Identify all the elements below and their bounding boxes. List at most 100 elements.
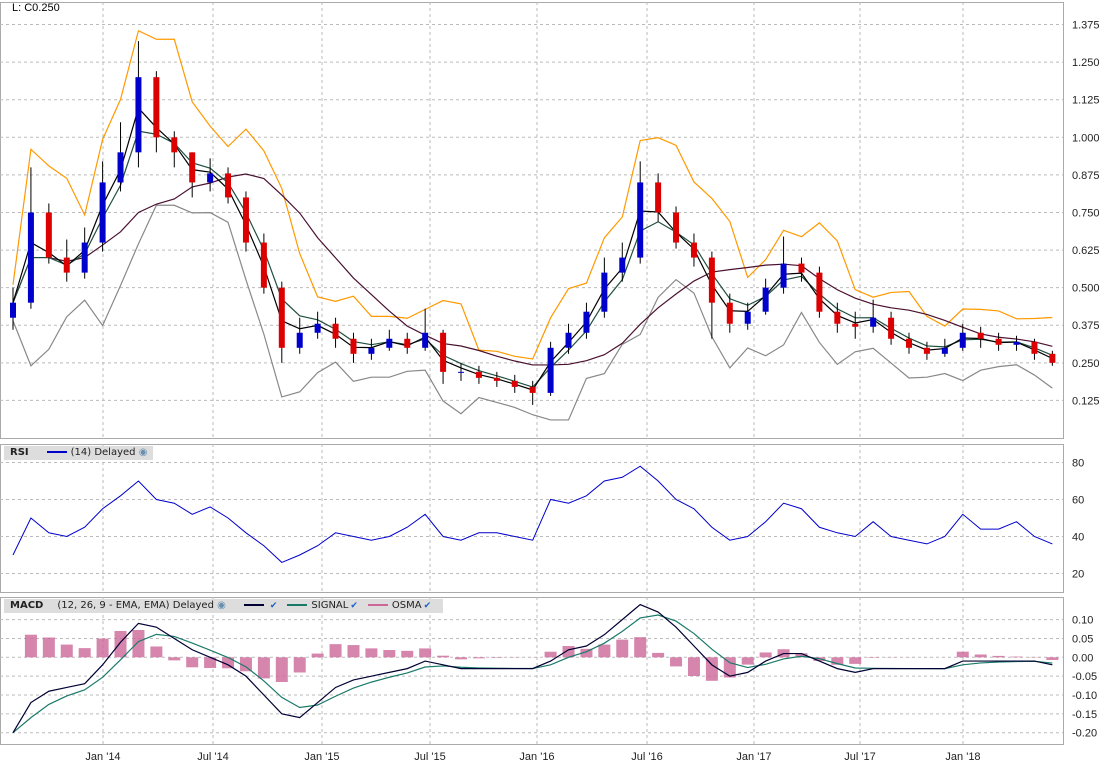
osma-bar	[455, 657, 467, 660]
candle-body	[923, 347, 930, 354]
candle-body	[493, 377, 500, 381]
y-tick-label: 1.375	[1072, 20, 1100, 32]
y-tick-label: 0.625	[1072, 245, 1100, 257]
osma-bar	[634, 637, 647, 658]
rsi-title: RSI	[10, 447, 29, 458]
last-price-label: L: C0.250	[12, 2, 60, 14]
settings-icon[interactable]: ◉	[139, 447, 148, 458]
macd-legend: MACD (12, 26, 9 - EMA, EMA) Delayed ◉ ✔ SIG…	[4, 599, 444, 613]
osma-bar	[544, 651, 557, 658]
y-tick-label: 0.125	[1072, 395, 1100, 407]
candle-body	[780, 263, 787, 288]
candle-body	[117, 152, 124, 183]
signal-line-swatch	[287, 604, 308, 606]
rsi-line-swatch	[46, 451, 67, 453]
x-tick-label: Jan '18	[945, 751, 980, 763]
settings-icon[interactable]: ◉	[217, 600, 226, 611]
candle-body	[959, 332, 966, 348]
candle-body	[834, 311, 841, 324]
candle-body	[1031, 341, 1038, 354]
osma-bar	[723, 657, 736, 678]
stock-chart: 0.125 0.250 0.375 0.500 0.625 0.750 0.875 1.000…	[0, 0, 1114, 769]
osma-swatch	[367, 604, 388, 606]
candle-body	[816, 272, 823, 312]
x-tick-label: Jul '14	[197, 751, 228, 763]
y-tick-label: 1.125	[1072, 95, 1100, 107]
candle-body	[386, 338, 393, 348]
candle-body	[278, 287, 285, 348]
rsi-params: (14) Delayed	[70, 447, 136, 458]
candle-body	[690, 242, 697, 258]
osma-bar	[741, 657, 754, 665]
candle-body	[941, 347, 948, 354]
osma-bar	[472, 657, 485, 659]
candle-body	[207, 173, 214, 183]
signal-label: SIGNAL	[311, 600, 349, 611]
candle-body	[332, 323, 339, 339]
candle-body	[404, 338, 411, 348]
osma-bar	[42, 637, 55, 658]
long-moving-average-line	[12, 173, 1053, 366]
candle-body	[422, 332, 429, 348]
candle-body	[673, 212, 680, 243]
candle-body	[995, 338, 1002, 345]
osma-label: OSMA	[391, 600, 422, 611]
candle-body	[225, 173, 232, 198]
candle-body	[870, 317, 877, 327]
candle-body	[906, 338, 912, 348]
osma-checkbox[interactable]: ✔	[424, 601, 432, 611]
osma-bar	[168, 657, 181, 661]
osma-bar	[114, 630, 127, 658]
osma-bar	[96, 638, 109, 658]
signal-line	[12, 614, 1053, 734]
osma-bar	[347, 645, 360, 658]
osma-bar	[598, 644, 611, 658]
candle-body	[350, 338, 357, 354]
osma-bar	[275, 657, 288, 683]
candle-body	[45, 212, 52, 258]
y-tick-label: 0.250	[1072, 358, 1100, 370]
osma-bar	[60, 644, 73, 658]
panel-border	[0, 444, 1064, 593]
y-tick-label: -0.10	[1072, 690, 1097, 702]
osma-bar	[1010, 656, 1023, 658]
y-tick-label: 40	[1072, 532, 1084, 544]
candle-body	[475, 371, 482, 378]
candle-body	[135, 77, 142, 153]
y-tick-label: 20	[1072, 569, 1084, 581]
osma-bar	[78, 648, 91, 658]
y-tick-label: 60	[1072, 495, 1084, 507]
osma-bar	[437, 655, 450, 658]
y-tick-label: 0.05	[1072, 633, 1093, 645]
candle-body	[1049, 353, 1056, 363]
candle-body	[314, 323, 321, 333]
osma-bar	[849, 657, 862, 664]
rsi-legend: RSI (14) Delayed ◉	[4, 446, 154, 460]
candle-body	[762, 287, 769, 312]
osma-bar	[293, 657, 306, 673]
osma-bar	[490, 657, 503, 658]
osma-bar	[1046, 657, 1059, 660]
x-tick-label: Jan '15	[304, 751, 339, 763]
short-moving-average-line	[12, 106, 1053, 391]
candle-body	[189, 152, 196, 183]
candle-body	[63, 257, 70, 273]
osma-bar	[186, 657, 199, 668]
x-tick-label: Jul '17	[844, 751, 875, 763]
osma-bar	[956, 651, 969, 658]
osma-bar	[257, 657, 270, 679]
candle-body	[511, 380, 518, 387]
macd-title: MACD	[10, 600, 44, 611]
candle-body	[440, 332, 447, 372]
candle-body	[655, 182, 662, 213]
y-tick-label: 0.875	[1072, 170, 1100, 182]
y-tick-label: 0.00	[1072, 652, 1093, 664]
candle-body	[458, 371, 464, 373]
candle-body	[1013, 341, 1020, 345]
medium-moving-average-line	[12, 130, 1053, 388]
macd-checkbox[interactable]: ✔	[270, 601, 278, 611]
panel-border	[0, 597, 1064, 745]
osma-bar	[687, 657, 700, 676]
osma-bar	[150, 646, 163, 658]
signal-checkbox[interactable]: ✔	[350, 601, 358, 611]
